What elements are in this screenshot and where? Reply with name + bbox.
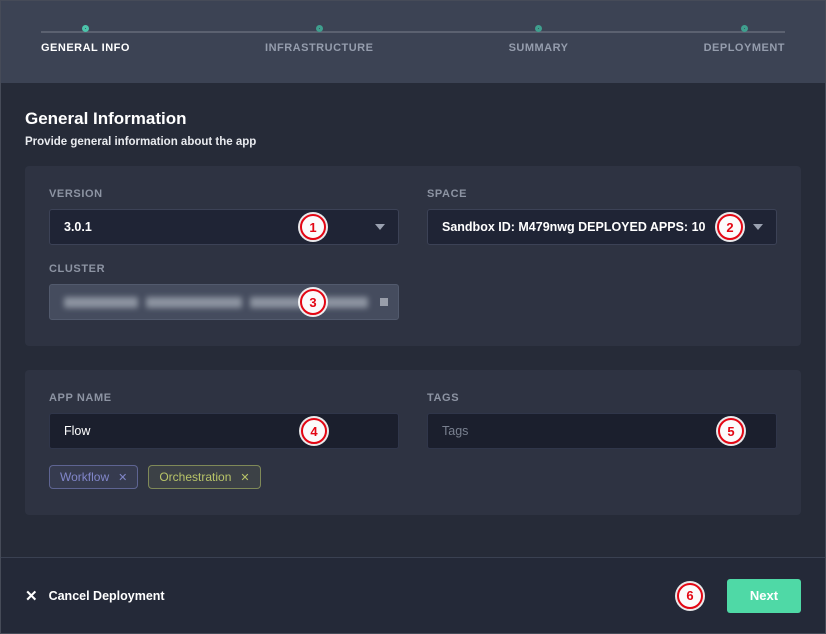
tags-label: TAGS bbox=[427, 392, 777, 404]
page-subtitle: Provide general information about the ap… bbox=[25, 136, 801, 148]
redacted-text-bar bbox=[250, 297, 308, 308]
tag-chip-label: Orchestration bbox=[159, 470, 231, 484]
redacted-text-bar bbox=[316, 297, 368, 308]
step-label: SUMMARY bbox=[509, 42, 569, 54]
cancel-label: Cancel Deployment bbox=[49, 589, 165, 603]
app-name-field: APP NAME 4 bbox=[49, 392, 399, 449]
redacted-text-bar bbox=[64, 297, 138, 308]
chevron-down-icon bbox=[753, 224, 763, 230]
cluster-field: CLUSTER 3 bbox=[49, 263, 399, 320]
tags-input[interactable] bbox=[427, 413, 777, 449]
environment-panel: VERSION 3.0.1 1 SPACE Sandbox ID: M479nw… bbox=[25, 166, 801, 346]
version-select[interactable]: 3.0.1 1 bbox=[49, 209, 399, 245]
step-infrastructure[interactable]: INFRASTRUCTURE bbox=[265, 1, 373, 83]
remove-tag-icon[interactable]: ✕ bbox=[240, 471, 249, 484]
tag-chip-label: Workflow bbox=[60, 470, 109, 484]
cluster-label: CLUSTER bbox=[49, 263, 399, 275]
step-deployment[interactable]: DEPLOYMENT bbox=[704, 1, 785, 83]
step-label: GENERAL INFO bbox=[41, 42, 130, 54]
tag-chip-orchestration[interactable]: Orchestration ✕ bbox=[148, 465, 260, 489]
step-dot-icon bbox=[535, 25, 542, 32]
step-dot-icon bbox=[316, 25, 323, 32]
step-label: INFRASTRUCTURE bbox=[265, 42, 373, 54]
tag-chips: Workflow ✕ Orchestration ✕ bbox=[49, 465, 777, 489]
main-content: General Information Provide general info… bbox=[1, 83, 825, 515]
cancel-deployment-button[interactable]: ✕ Cancel Deployment bbox=[25, 587, 165, 605]
space-value: Sandbox ID: M479nwg DEPLOYED APPS: 10 bbox=[442, 220, 705, 234]
chevron-down-icon bbox=[375, 224, 385, 230]
app-name-label: APP NAME bbox=[49, 392, 399, 404]
tags-field: TAGS 5 bbox=[427, 392, 777, 449]
step-label: DEPLOYMENT bbox=[704, 42, 785, 54]
step-summary[interactable]: SUMMARY bbox=[509, 1, 569, 83]
app-details-panel: APP NAME 4 TAGS 5 Workflow bbox=[25, 370, 801, 515]
version-value: 3.0.1 bbox=[64, 220, 92, 234]
annotation-badge-2: 2 bbox=[717, 214, 743, 240]
next-button[interactable]: Next bbox=[727, 579, 801, 613]
version-field: VERSION 3.0.1 1 bbox=[49, 188, 399, 245]
remove-tag-icon[interactable]: ✕ bbox=[118, 471, 127, 484]
redacted-glyph bbox=[380, 298, 388, 306]
annotation-badge-1: 1 bbox=[300, 214, 326, 240]
space-select[interactable]: Sandbox ID: M479nwg DEPLOYED APPS: 10 2 bbox=[427, 209, 777, 245]
step-dot-icon bbox=[741, 25, 748, 32]
page-title: General Information bbox=[25, 109, 801, 129]
stepper: GENERAL INFO INFRASTRUCTURE SUMMARY DEPL… bbox=[1, 1, 825, 83]
tag-chip-workflow[interactable]: Workflow ✕ bbox=[49, 465, 138, 489]
space-field: SPACE Sandbox ID: M479nwg DEPLOYED APPS:… bbox=[427, 188, 777, 245]
version-label: VERSION bbox=[49, 188, 399, 200]
close-icon: ✕ bbox=[25, 587, 38, 605]
redacted-text-bar bbox=[146, 297, 242, 308]
step-dot-icon bbox=[82, 25, 89, 32]
step-general-info[interactable]: GENERAL INFO bbox=[41, 1, 130, 83]
deployment-wizard: GENERAL INFO INFRASTRUCTURE SUMMARY DEPL… bbox=[0, 0, 826, 634]
wizard-footer: ✕ Cancel Deployment 6 Next bbox=[1, 557, 825, 633]
space-label: SPACE bbox=[427, 188, 777, 200]
cluster-input[interactable]: 3 bbox=[49, 284, 399, 320]
app-name-input[interactable] bbox=[49, 413, 399, 449]
annotation-badge-6: 6 bbox=[677, 583, 703, 609]
stepper-connector-line bbox=[41, 31, 785, 33]
